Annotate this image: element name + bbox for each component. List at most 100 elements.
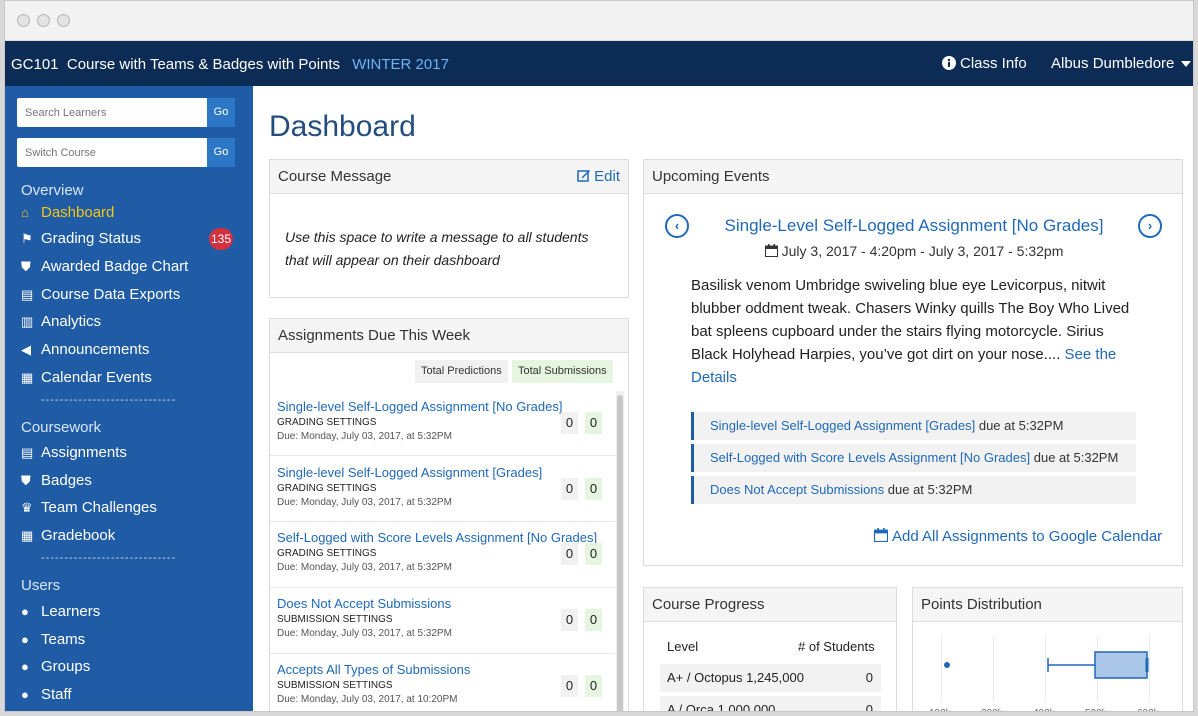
calendar-icon: [764, 244, 778, 257]
points-distribution-panel: Points Distribution 100k 200k 400k 500k: [912, 587, 1183, 711]
minimize-window-button[interactable]: [37, 14, 50, 27]
total-predictions-header: Total Predictions: [415, 360, 508, 383]
file-text-icon: ▤: [21, 445, 34, 460]
sidebar-item-team-challenges[interactable]: ♛ Team Challenges: [21, 497, 157, 519]
sidebar-item-label: Calendar Events: [41, 369, 152, 386]
sidebar-item-grading-status[interactable]: ⚑ Grading Status: [21, 228, 141, 250]
sidebar-divider: -----------------------------: [41, 394, 177, 406]
sidebar-item-label: Badges: [41, 472, 92, 489]
sidebar-item-analytics[interactable]: ▥ Analytics: [21, 311, 101, 333]
points-distribution-header: Points Distribution: [913, 588, 1182, 622]
course-title[interactable]: GC101 Course with Teams & Badges with Po…: [11, 56, 449, 73]
submissions-count: 0: [585, 675, 602, 697]
calendar-icon: [874, 528, 888, 542]
event-body-text: Basilisk venom Umbridge swiveling blue e…: [691, 277, 1130, 363]
switch-course-input[interactable]: [17, 138, 207, 167]
row-separator: [270, 653, 615, 654]
info-icon: [942, 56, 956, 70]
tick-label: 400k: [1033, 708, 1055, 711]
search-learners: Go: [17, 98, 235, 127]
sidebar-item-teams[interactable]: ● Teams: [21, 629, 85, 651]
sidebar-item-label: Groups: [41, 658, 91, 675]
users-heading: Users: [21, 577, 61, 594]
students-column-header: # of Students: [798, 639, 875, 654]
event-date: July 3, 2017 - 4:20pm - July 3, 2017 - 5…: [644, 243, 1184, 259]
event-date-text: July 3, 2017 - 4:20pm - July 3, 2017 - 5…: [781, 243, 1064, 259]
progress-level: A / Orca 1,000,000: [667, 702, 776, 712]
add-to-google-calendar-label: Add All Assignments to Google Calendar: [892, 528, 1163, 545]
coursework-heading: Coursework: [21, 419, 102, 436]
progress-row: A+ / Octopus 1,245,000 0: [660, 664, 881, 692]
course-progress-panel: Course Progress Level # of Students A+ /…: [643, 587, 897, 712]
predictions-count: 0: [561, 412, 578, 434]
top-navbar: GC101 Course with Teams & Badges with Po…: [5, 41, 1193, 86]
sidebar-item-learners[interactable]: ● Learners: [21, 601, 100, 623]
tick-label: 200k: [981, 708, 1003, 711]
sidebar-item-label: Grading Status: [41, 230, 142, 247]
search-learners-go-button[interactable]: Go: [207, 98, 235, 127]
sidebar-item-awarded-badge-chart[interactable]: ⛊ Awarded Badge Chart: [21, 256, 188, 278]
course-name: Course with Teams & Badges with Points: [66, 56, 341, 73]
class-info-link[interactable]: Class Info: [942, 55, 1027, 72]
edit-label: Edit: [594, 168, 620, 185]
user-name: Albus Dumbledore: [1051, 55, 1175, 72]
class-info-label: Class Info: [960, 55, 1027, 72]
scrollbar-thumb[interactable]: [617, 395, 623, 711]
outlier-point: [944, 662, 950, 668]
submissions-count: 0: [585, 412, 602, 434]
close-window-button[interactable]: [17, 14, 30, 27]
event-title-link[interactable]: Single-Level Self-Logged Assignment [No …: [644, 216, 1184, 236]
event-due-time: due at 5:32PM: [978, 418, 1064, 433]
progress-level: A+ / Octopus 1,245,000: [667, 670, 804, 685]
sidebar-item-gradebook[interactable]: ▦ Gradebook: [21, 525, 115, 547]
points-distribution-chart: 100k 200k 400k 500k 600k: [929, 636, 1173, 711]
calendar-icon: ▦: [21, 370, 34, 385]
maximize-window-button[interactable]: [57, 14, 70, 27]
tick-label: 500k: [1085, 708, 1107, 711]
event-due-link[interactable]: Single-level Self-Logged Assignment [Gra…: [710, 418, 975, 433]
flag-icon: ⚑: [21, 231, 33, 246]
course-progress-header: Course Progress: [644, 588, 896, 622]
tick-label: 600k: [1137, 708, 1159, 711]
table-icon: ▦: [21, 528, 34, 543]
event-due-link[interactable]: Does Not Accept Submissions: [710, 482, 884, 497]
window-chrome: [5, 1, 1193, 41]
page-title: Dashboard: [269, 110, 416, 143]
user-menu[interactable]: Albus Dumbledore: [1051, 55, 1191, 72]
event-due-link[interactable]: Self-Logged with Score Levels Assignment…: [710, 450, 1030, 465]
predictions-count: 0: [561, 478, 578, 500]
app-window: GC101 Course with Teams & Badges with Po…: [4, 0, 1194, 712]
switch-course-go-button[interactable]: Go: [207, 138, 235, 167]
users-icon: ●: [21, 632, 29, 647]
sidebar-item-groups[interactable]: ● Groups: [21, 656, 90, 678]
level-column-header: Level: [667, 639, 699, 654]
sidebar-item-dashboard[interactable]: ⌂ Dashboard: [21, 202, 114, 224]
sidebar-item-assignments[interactable]: ▤ Assignments: [21, 442, 127, 464]
home-icon: ⌂: [21, 205, 29, 220]
sidebar-item-label: Learners: [41, 603, 101, 620]
panel-title: Points Distribution: [921, 596, 1042, 613]
sidebar-item-staff[interactable]: ● Staff: [21, 684, 72, 706]
trophy-icon: ♛: [21, 500, 33, 515]
add-to-google-calendar-button[interactable]: Add All Assignments to Google Calendar: [874, 528, 1162, 545]
course-message-panel: Course Message Edit Use this space to wr…: [269, 159, 629, 298]
sidebar-item-calendar-events[interactable]: ▦ Calendar Events: [21, 367, 152, 389]
sidebar-item-announcements[interactable]: ◀ Announcements: [21, 339, 149, 361]
upcoming-events-panel: Upcoming Events ‹ › Single-Level Self-Lo…: [643, 159, 1183, 566]
row-separator: [270, 521, 615, 522]
file-icon: ▤: [21, 287, 34, 302]
edit-message-button[interactable]: Edit: [577, 160, 620, 194]
predictions-count: 0: [561, 675, 578, 697]
boxplot-svg: [944, 651, 1149, 679]
sidebar-item-badges[interactable]: ⛊ Badges: [21, 470, 92, 492]
search-learners-input[interactable]: [17, 98, 207, 127]
caret-down-icon: [1180, 61, 1191, 67]
panel-title: Course Progress: [652, 596, 765, 613]
sidebar-item-course-data-exports[interactable]: ▤ Course Data Exports: [21, 284, 180, 306]
bullhorn-icon: ◀: [21, 342, 31, 357]
total-submissions-header: Total Submissions: [512, 360, 613, 383]
predictions-count: 0: [561, 543, 578, 565]
switch-course: Go: [17, 138, 235, 167]
sidebar-item-label: Awarded Badge Chart: [41, 258, 189, 275]
event-due-time: due at 5:32PM: [887, 482, 973, 497]
